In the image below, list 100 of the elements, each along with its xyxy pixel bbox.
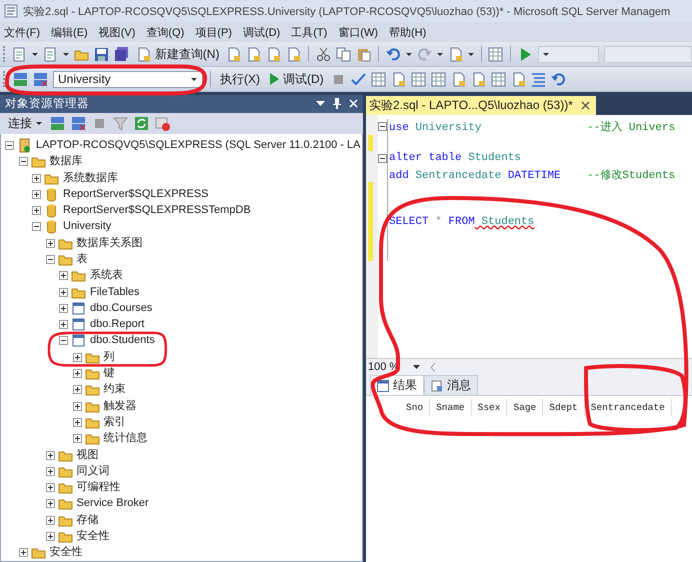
collapse-icon[interactable] [59, 336, 68, 346]
menu-item[interactable]: 查询(Q) [146, 24, 184, 40]
paste-icon[interactable] [356, 46, 372, 62]
expand-icon[interactable] [59, 288, 68, 297]
menu-item[interactable]: 项目(P) [195, 24, 232, 40]
expand-icon[interactable] [32, 174, 41, 183]
tree-item[interactable]: 同义词 [76, 466, 110, 477]
menu-item[interactable]: 文件(F) [4, 24, 40, 40]
tree-item[interactable]: dbo.Courses [89, 302, 154, 314]
tree-item[interactable]: 安全性 [48, 547, 84, 558]
grid-icon[interactable] [410, 72, 426, 86]
tree-item[interactable]: 数据库 [48, 156, 84, 168]
column-header[interactable]: Ssex [472, 399, 508, 416]
tree-item[interactable]: 统计信息 [102, 433, 148, 444]
tree-item[interactable]: FileTables [89, 286, 141, 298]
collapse-icon[interactable] [378, 119, 388, 135]
document-icon[interactable] [448, 46, 463, 62]
refresh-icon[interactable] [134, 116, 149, 132]
expand-icon[interactable] [46, 532, 54, 542]
list-icon[interactable] [530, 72, 546, 86]
new-file-icon[interactable] [42, 46, 58, 62]
caret-icon[interactable] [62, 52, 69, 56]
expand-icon[interactable] [72, 418, 82, 427]
server-icon[interactable] [13, 72, 28, 86]
caret-icon[interactable] [468, 52, 474, 56]
grid-icon[interactable] [488, 46, 504, 62]
connect-button[interactable]: 连接 [6, 114, 44, 134]
document-icon[interactable] [286, 46, 302, 62]
expand-icon[interactable] [46, 450, 54, 460]
dropdown-icon[interactable] [316, 100, 325, 107]
expand-icon[interactable] [46, 238, 54, 248]
expand-icon[interactable] [72, 369, 82, 378]
document-icon[interactable] [226, 46, 242, 62]
expand-icon[interactable] [72, 385, 82, 394]
tree-item[interactable]: 系统数据库 [62, 172, 119, 184]
column-header[interactable]: Sno [400, 399, 430, 416]
doc-icon[interactable] [510, 72, 526, 86]
caret-icon[interactable] [436, 52, 443, 56]
tree-item[interactable]: 约束 [102, 384, 126, 396]
tree-item[interactable]: 索引 [102, 416, 126, 428]
tree-item[interactable]: 列 [102, 352, 116, 363]
expand-icon[interactable] [59, 320, 68, 330]
undo-icon[interactable] [550, 72, 566, 86]
collapse-icon[interactable] [46, 255, 54, 264]
check-icon[interactable] [350, 72, 366, 86]
expand-icon[interactable] [46, 483, 54, 492]
grid-icon[interactable] [490, 72, 506, 86]
doc-icon[interactable] [470, 72, 486, 86]
debug-button[interactable]: 调试(D) [267, 70, 326, 88]
tree-item[interactable]: LAPTOP-RCOSQVQ5\SQLEXPRESS (SQL Server 11.0.2100 - LA [35, 140, 362, 151]
server-icon[interactable] [71, 116, 86, 132]
tree-item[interactable]: 触发器 [102, 400, 138, 412]
expand-icon[interactable] [72, 402, 82, 411]
column-header[interactable]: Sname [430, 399, 472, 416]
expand-icon[interactable] [46, 466, 54, 476]
expand-icon[interactable] [72, 352, 82, 362]
expand-icon[interactable] [32, 190, 41, 199]
expand-icon[interactable] [59, 271, 68, 280]
expand-icon[interactable] [32, 206, 41, 216]
tree-item[interactable]: 可编程性 [76, 482, 122, 494]
copy-icon[interactable] [336, 46, 352, 62]
tree-item[interactable]: 键 [102, 368, 116, 380]
caret-icon[interactable] [32, 52, 38, 56]
dropdown-field[interactable] [604, 46, 692, 62]
tree-item[interactable]: University [62, 221, 112, 232]
document-icon[interactable] [246, 46, 262, 62]
result-tab[interactable]: 消息 [424, 375, 478, 395]
pin-icon[interactable] [333, 98, 341, 110]
collapse-icon[interactable] [5, 140, 14, 150]
server-icon[interactable] [33, 72, 48, 86]
undo-icon[interactable] [386, 46, 401, 62]
tree-item[interactable]: dbo.Students [89, 335, 156, 346]
close-icon[interactable] [580, 101, 590, 110]
collapse-icon[interactable] [378, 150, 388, 166]
doc-icon[interactable] [450, 72, 466, 86]
expand-icon[interactable] [18, 548, 28, 558]
column-header[interactable]: Sdept [543, 399, 585, 416]
save-icon[interactable] [94, 46, 109, 62]
document-icon[interactable] [266, 46, 282, 62]
new-file-icon[interactable] [12, 46, 27, 62]
menu-item[interactable]: 编辑(E) [51, 24, 88, 40]
tree-item[interactable]: Service Broker [76, 498, 150, 510]
server-icon[interactable] [50, 116, 65, 132]
grid-icon[interactable] [430, 72, 446, 86]
menu-item[interactable]: 调试(D) [242, 24, 280, 40]
menu-item[interactable]: 帮助(H) [389, 24, 426, 40]
tree-item[interactable]: 系统表 [89, 270, 124, 282]
menu-item[interactable]: 窗口(W) [338, 24, 378, 40]
expand-icon[interactable] [72, 434, 82, 444]
tree-item[interactable]: 数据库关系图 [76, 238, 144, 249]
column-header[interactable]: Sage [507, 399, 544, 416]
dropdown-field[interactable] [538, 46, 599, 62]
expand-icon[interactable] [46, 499, 54, 508]
column-header[interactable]: Sentrancedate [584, 399, 672, 416]
tree-item[interactable]: 存储 [76, 514, 100, 526]
save-all-icon[interactable] [114, 46, 129, 62]
expand-icon[interactable] [46, 516, 54, 525]
cut-icon[interactable] [316, 46, 332, 62]
new-query-button[interactable]: 新建查询(N) [134, 44, 222, 64]
execute-button[interactable]: 执行(X) [218, 70, 262, 88]
